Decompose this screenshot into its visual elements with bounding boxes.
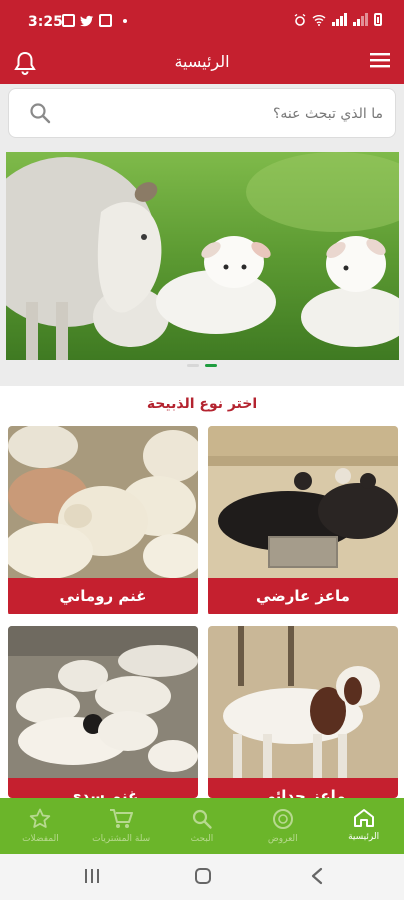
category-section: اختر نوع الذبيحة ماعز عارضي غنم روماني م… bbox=[0, 386, 404, 798]
twitter-icon bbox=[80, 15, 94, 26]
signal-icon-1 bbox=[332, 13, 347, 26]
app-icon bbox=[99, 14, 112, 27]
status-bar: 3:25 bbox=[0, 0, 404, 46]
banner-image bbox=[6, 152, 399, 360]
offers-icon bbox=[272, 809, 293, 829]
nav-item-search[interactable]: البحث bbox=[162, 798, 242, 854]
category-card-goat-hadai[interactable]: ماعز حدائي bbox=[208, 626, 398, 798]
nav-label: المفضلات bbox=[22, 834, 59, 844]
wifi-icon bbox=[312, 15, 326, 26]
more-notifications-dot bbox=[123, 18, 127, 23]
nav-label: البحث bbox=[190, 834, 214, 844]
gallery-icon bbox=[62, 14, 75, 27]
nav-item-offers[interactable]: العروض bbox=[243, 798, 323, 854]
battery-icon bbox=[374, 13, 382, 26]
category-card-sheep-sadi[interactable]: غنم سدي bbox=[8, 626, 198, 798]
carousel-indicator bbox=[0, 364, 404, 367]
nav-item-favorites[interactable]: المفضلات bbox=[0, 798, 80, 854]
category-image bbox=[208, 626, 398, 778]
nav-label: سلة المشتريات bbox=[92, 834, 151, 844]
notification-icons bbox=[62, 14, 127, 27]
menu-icon[interactable] bbox=[370, 52, 390, 68]
nav-label: الرئيسية bbox=[348, 832, 380, 842]
cart-icon bbox=[110, 809, 134, 828]
recent-apps-icon[interactable] bbox=[84, 867, 100, 885]
category-card-sheep-romani[interactable]: غنم روماني bbox=[8, 426, 198, 616]
category-label: غنم سدي bbox=[8, 778, 198, 798]
home-button-icon[interactable] bbox=[194, 867, 212, 885]
search-icon[interactable] bbox=[29, 102, 51, 124]
system-icons bbox=[294, 13, 382, 26]
nav-item-home[interactable]: الرئيسية bbox=[324, 798, 404, 854]
nav-label: العروض bbox=[267, 834, 298, 844]
home-icon bbox=[353, 809, 374, 827]
category-label: ماعز عارضي bbox=[208, 578, 398, 614]
section-title: اختر نوع الذبيحة bbox=[146, 396, 258, 412]
search-icon bbox=[192, 809, 212, 829]
back-icon[interactable] bbox=[310, 867, 324, 885]
category-image bbox=[8, 426, 198, 578]
category-image bbox=[8, 626, 198, 778]
category-image bbox=[208, 426, 398, 578]
search-input[interactable] bbox=[65, 99, 383, 129]
banner-carousel[interactable] bbox=[6, 152, 399, 360]
carousel-dot[interactable] bbox=[187, 364, 199, 367]
status-time: 3:25 bbox=[28, 14, 63, 30]
signal-icon-2 bbox=[353, 13, 368, 26]
search-bar bbox=[8, 88, 396, 138]
app-bar: الرئيسية bbox=[0, 46, 404, 84]
alarm-icon bbox=[294, 14, 306, 26]
star-icon bbox=[30, 808, 51, 828]
carousel-dot-active[interactable] bbox=[205, 364, 217, 367]
bottom-navigation: الرئيسية العروض البحث سلة المشتريات المف… bbox=[0, 798, 404, 854]
nav-item-cart[interactable]: سلة المشتريات bbox=[81, 798, 161, 854]
system-navigation-bar bbox=[0, 854, 404, 900]
category-card-goat-ardi[interactable]: ماعز عارضي bbox=[208, 426, 398, 616]
page-title: الرئيسية bbox=[174, 52, 230, 71]
category-label: ماعز حدائي bbox=[208, 778, 398, 798]
category-label: غنم روماني bbox=[8, 578, 198, 614]
